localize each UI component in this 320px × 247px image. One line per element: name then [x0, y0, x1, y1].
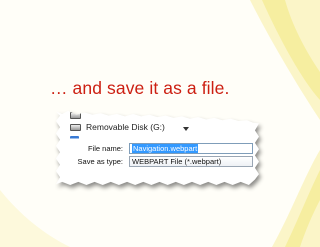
chevron-down-icon[interactable] — [183, 127, 189, 131]
file-name-value: Navigation.webpart — [132, 143, 199, 153]
save-dialog-screenshot: Removable Disk (G:) File name: Navigatio… — [56, 107, 259, 185]
tree-item-removable-disk[interactable]: Removable Disk (G:) — [70, 122, 165, 132]
drive-icon — [70, 112, 81, 120]
removable-disk-icon — [70, 124, 81, 132]
slide: … and save it as a file. Removable Disk … — [0, 0, 320, 247]
save-as-type-label: Save as type: — [77, 156, 123, 166]
file-name-label: File name: — [87, 143, 123, 153]
tree-item-cut-off[interactable] — [70, 111, 86, 120]
folder-tree: Removable Disk (G:) — [70, 112, 190, 143]
save-dialog-panel: Removable Disk (G:) File name: Navigatio… — [56, 110, 259, 185]
file-name-input[interactable]: Navigation.webpart — [129, 142, 253, 154]
save-as-type-value: WEBPART File (*.webpart) — [132, 156, 222, 166]
tree-item-label: Removable Disk (G:) — [86, 122, 165, 132]
save-as-type-select[interactable]: WEBPART File (*.webpart) — [129, 155, 253, 167]
slide-caption: … and save it as a file. — [50, 78, 230, 98]
file-name-row: File name: Navigation.webpart — [66, 142, 253, 154]
save-as-type-row: Save as type: WEBPART File (*.webpart) — [66, 155, 253, 167]
